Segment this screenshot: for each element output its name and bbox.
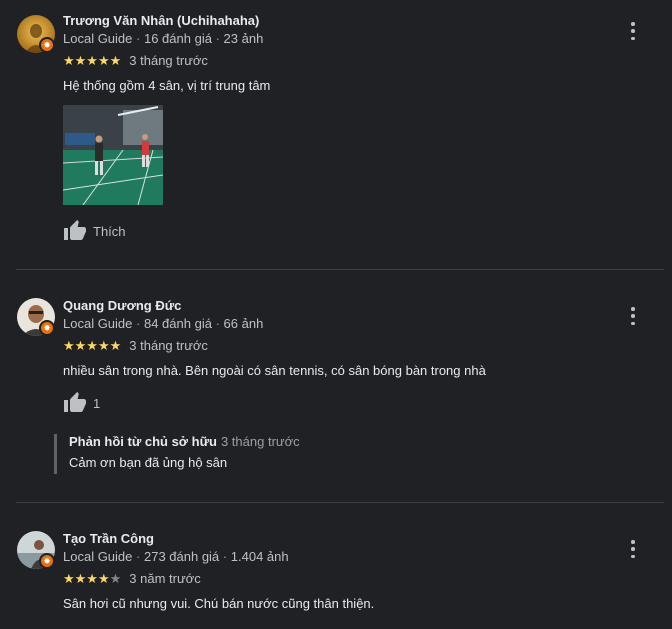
stars-empty: ★ <box>109 571 122 586</box>
review-time: 3 năm trước <box>129 571 201 586</box>
review-count: 273 đánh giá <box>143 549 220 564</box>
star-rating: ★★★★★ 3 năm trước <box>63 571 201 587</box>
meta-separator: · <box>222 549 228 564</box>
meta-separator: · <box>136 549 141 564</box>
stars-filled: ★★★★ <box>63 571 110 586</box>
review-card: ✸ Tạo Trần Công Local Guide · 273 đánh g… <box>0 0 672 629</box>
review-text: Sân hơi cũ nhưng vui. Chú bán nước cũng … <box>63 596 375 611</box>
more-options-icon[interactable] <box>626 540 640 558</box>
author-name[interactable]: Tạo Trần Công <box>63 531 154 546</box>
photo-count: 1.404 ảnh <box>230 549 289 564</box>
author-meta: Local Guide · 273 đánh giá · 1.404 ảnh <box>63 549 289 564</box>
local-guide-label: Local Guide <box>63 549 133 564</box>
local-guide-badge-icon: ✸ <box>39 553 55 569</box>
